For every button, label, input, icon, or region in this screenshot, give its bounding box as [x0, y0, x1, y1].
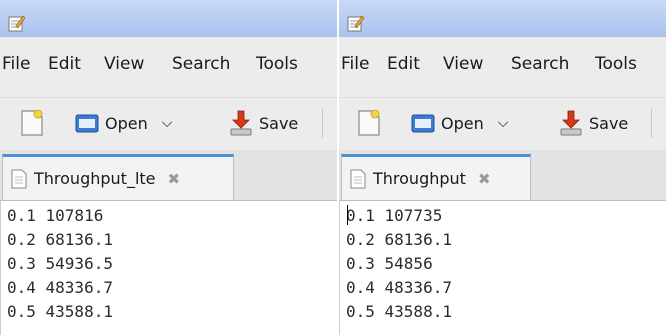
save-label: Save [259, 113, 299, 133]
title-bar[interactable] [339, 0, 666, 37]
text-line: 0.2 68136.1 [7, 230, 113, 249]
toolbar: Open ⌵ Save [339, 98, 666, 150]
editor-window-right: File Edit View Search Tools Open ⌵ Save … [339, 0, 666, 335]
menu-bar: File Edit View Search Tools [0, 37, 337, 98]
save-button[interactable]: Save [559, 106, 628, 140]
save-download-icon [230, 110, 252, 136]
tab-throughput[interactable]: Throughput ✖ [341, 154, 531, 200]
open-button[interactable]: Open ⌵ [75, 106, 172, 140]
menu-tools[interactable]: Tools [595, 54, 637, 74]
text-line: 0.3 54856 [346, 254, 433, 273]
menu-tools[interactable]: Tools [256, 54, 298, 74]
text-line: 0.4 48336.7 [346, 278, 452, 297]
menu-view[interactable]: View [104, 54, 144, 74]
text-lines: 0.1 107816 0.2 68136.1 0.3 54936.5 0.4 4… [1, 201, 337, 324]
text-line: 0.1 107735 [346, 206, 443, 225]
open-label: Open [105, 113, 148, 133]
menu-edit[interactable]: Edit [387, 54, 420, 74]
menu-edit[interactable]: Edit [48, 54, 81, 74]
text-editor-icon [347, 15, 365, 32]
text-editor-area[interactable]: 0.1 107735 0.2 68136.1 0.3 54856 0.4 483… [339, 201, 666, 335]
text-line: 0.2 68136.1 [346, 230, 452, 249]
folder-open-icon [75, 114, 99, 133]
text-line: 0.4 48336.7 [7, 278, 113, 297]
close-icon[interactable]: ✖ [478, 170, 491, 188]
chevron-down-icon[interactable]: ⌵ [162, 115, 173, 131]
tab-strip: Throughput_lte ✖ [0, 150, 337, 201]
menu-view[interactable]: View [443, 54, 483, 74]
text-line: 0.3 54936.5 [7, 254, 113, 273]
text-line: 0.5 43588.1 [346, 302, 452, 321]
save-download-icon [560, 110, 582, 136]
close-icon[interactable]: ✖ [168, 170, 181, 188]
menu-search[interactable]: Search [511, 54, 569, 74]
new-document-icon [358, 109, 380, 136]
text-editor-icon [8, 15, 26, 32]
tab-label: Throughput [373, 169, 466, 188]
menu-bar: File Edit View Search Tools [339, 37, 666, 98]
save-label: Save [589, 113, 629, 133]
open-label: Open [441, 113, 484, 133]
save-button[interactable]: Save [229, 106, 298, 140]
menu-search[interactable]: Search [172, 54, 230, 74]
toolbar-separator [651, 108, 652, 138]
tab-throughput-lte[interactable]: Throughput_lte ✖ [2, 154, 234, 200]
toolbar-separator [322, 108, 323, 138]
tab-label: Throughput_lte [34, 169, 156, 188]
new-document-icon [21, 109, 43, 136]
text-lines: 0.1 107735 0.2 68136.1 0.3 54856 0.4 483… [340, 201, 666, 324]
text-line: 0.1 107816 [7, 206, 104, 225]
chevron-down-icon[interactable]: ⌵ [498, 115, 509, 131]
text-cursor [347, 205, 348, 225]
tab-strip: Throughput ✖ [339, 150, 666, 201]
new-button[interactable] [20, 106, 44, 140]
folder-open-icon [411, 114, 435, 133]
menu-file[interactable]: File [341, 54, 369, 74]
text-line: 0.5 43588.1 [7, 302, 113, 321]
menu-file[interactable]: File [2, 54, 30, 74]
title-bar[interactable] [0, 0, 337, 37]
open-button[interactable]: Open ⌵ [411, 106, 508, 140]
document-icon [11, 169, 27, 188]
text-editor-area[interactable]: 0.1 107816 0.2 68136.1 0.3 54936.5 0.4 4… [0, 201, 337, 335]
editor-window-left: File Edit View Search Tools Open ⌵ Save … [0, 0, 337, 335]
toolbar: Open ⌵ Save [0, 98, 337, 150]
new-button[interactable] [357, 106, 381, 140]
document-icon [350, 169, 366, 188]
